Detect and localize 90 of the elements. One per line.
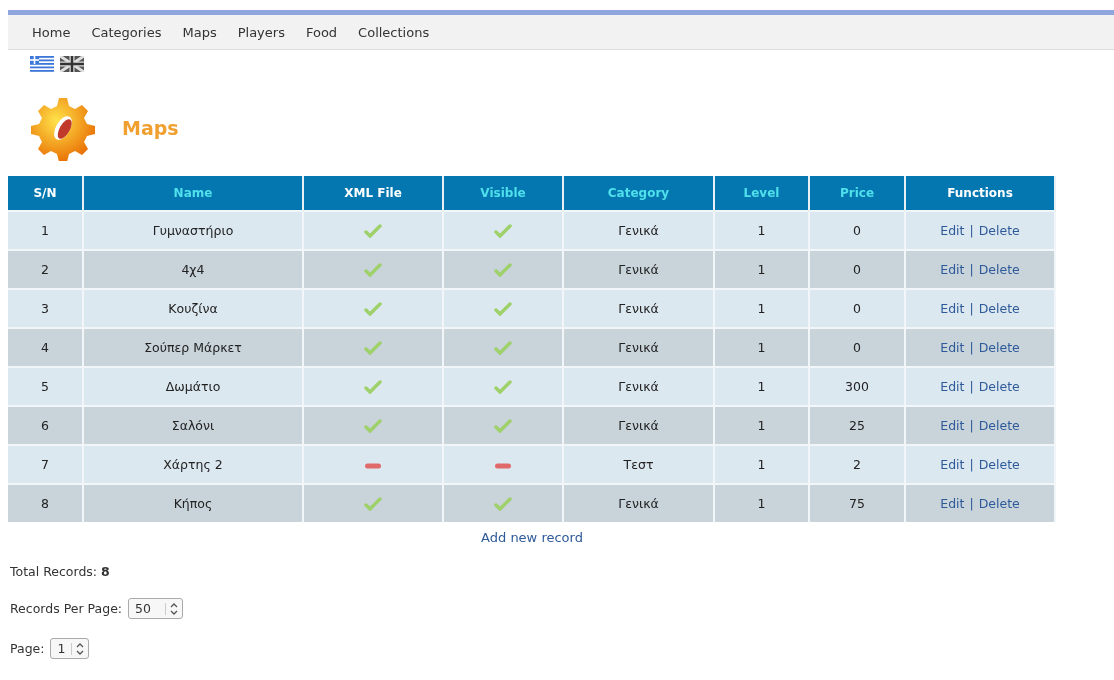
stepper-icon	[169, 602, 178, 615]
table-cell: Σαλόνι	[83, 406, 303, 445]
sortable-column-header[interactable]: Visible	[443, 176, 563, 211]
nav-link[interactable]: Players	[237, 24, 285, 40]
separator: |	[969, 418, 974, 433]
table-cell: Γενικά	[563, 289, 714, 328]
table-cell: 1	[714, 406, 809, 445]
table-cell: 4	[8, 328, 83, 367]
table-cell: Χάρτης 2	[83, 445, 303, 484]
table-cell: 4χ4	[83, 250, 303, 289]
table-cell: 1	[714, 445, 809, 484]
table-cell: 75	[809, 484, 905, 522]
table-cell: 1	[714, 289, 809, 328]
separator: |	[969, 457, 974, 472]
table-cell: 0	[809, 250, 905, 289]
sortable-column-header[interactable]: Price	[809, 176, 905, 211]
field-label: Records Per Page:	[10, 601, 123, 616]
separator: |	[969, 340, 974, 355]
sortable-column-header[interactable]: Category	[563, 176, 714, 211]
table-cell: 3	[8, 289, 83, 328]
table-cell: 0	[809, 289, 905, 328]
table-cell: Τεστ	[563, 445, 714, 484]
table-cell: 1	[714, 250, 809, 289]
table-cell: Κήπος	[83, 484, 303, 522]
delete-link[interactable]: Delete	[978, 418, 1020, 433]
nav-link[interactable]: Collections	[358, 24, 430, 40]
nav-link[interactable]: Categories	[91, 24, 162, 40]
gear-icon	[30, 95, 96, 161]
table-cell: 1	[714, 328, 809, 367]
table-cell: 25	[809, 406, 905, 445]
edit-link[interactable]: Edit	[940, 301, 965, 316]
edit-link[interactable]: Edit	[940, 418, 965, 433]
edit-link[interactable]: Edit	[940, 223, 965, 238]
uk-flag-icon[interactable]	[60, 56, 84, 72]
table-cell: 8	[8, 484, 83, 522]
table-cell: 6	[8, 406, 83, 445]
edit-link[interactable]: Edit	[940, 496, 965, 511]
add-record-link[interactable]: Add new record	[481, 530, 583, 545]
table-cell: 1	[714, 367, 809, 406]
table-cell: Γενικά	[563, 211, 714, 250]
column-header: Functions	[905, 176, 1055, 211]
table-cell: 1	[714, 211, 809, 250]
delete-link[interactable]: Delete	[978, 379, 1020, 394]
field-label: Page:	[10, 641, 45, 656]
table-cell: 5	[8, 367, 83, 406]
nav-link[interactable]: Maps	[182, 24, 217, 40]
table-cell: Γενικά	[563, 328, 714, 367]
table-cell: 0	[809, 211, 905, 250]
column-header: XML File	[303, 176, 443, 211]
page-title: Maps	[122, 117, 179, 139]
delete-link[interactable]: Delete	[978, 496, 1020, 511]
separator: |	[969, 301, 974, 316]
delete-link[interactable]: Delete	[978, 340, 1020, 355]
separator: |	[969, 262, 974, 277]
stepper-icon	[76, 642, 85, 655]
greek-flag-icon[interactable]	[30, 56, 54, 72]
records-per-page-select[interactable]: 50	[128, 598, 183, 619]
table-cell: Σούπερ Μάρκετ	[83, 328, 303, 367]
table-cell: Δωμάτιο	[83, 367, 303, 406]
edit-link[interactable]: Edit	[940, 262, 965, 277]
total-records: Total Records: 8	[10, 564, 110, 579]
delete-link[interactable]: Delete	[978, 457, 1020, 472]
table-cell: Γενικά	[563, 250, 714, 289]
nav-link[interactable]: Home	[32, 24, 71, 40]
column-header: S/N	[8, 176, 83, 211]
table-cell: 2	[809, 445, 905, 484]
table-cell: 1	[714, 484, 809, 522]
delete-link[interactable]: Delete	[978, 301, 1020, 316]
table-cell: 1	[8, 211, 83, 250]
table-cell: Κουζίνα	[83, 289, 303, 328]
table-cell: 2	[8, 250, 83, 289]
edit-link[interactable]: Edit	[940, 379, 965, 394]
page-select[interactable]: 1	[50, 638, 90, 659]
separator: |	[969, 496, 974, 511]
edit-link[interactable]: Edit	[940, 457, 965, 472]
table-cell: Γενικά	[563, 484, 714, 522]
table-cell: 0	[809, 328, 905, 367]
sortable-column-header[interactable]: Level	[714, 176, 809, 211]
table-cell: Γενικά	[563, 406, 714, 445]
table-cell: Γενικά	[563, 367, 714, 406]
table-cell: 7	[8, 445, 83, 484]
table-cell: Γυμναστήριο	[83, 211, 303, 250]
delete-link[interactable]: Delete	[978, 223, 1020, 238]
separator: |	[969, 223, 974, 238]
table-cell: 300	[809, 367, 905, 406]
sortable-column-header[interactable]: Name	[83, 176, 303, 211]
nav-link[interactable]: Food	[305, 24, 338, 40]
edit-link[interactable]: Edit	[940, 340, 965, 355]
separator: |	[969, 379, 974, 394]
delete-link[interactable]: Delete	[978, 262, 1020, 277]
